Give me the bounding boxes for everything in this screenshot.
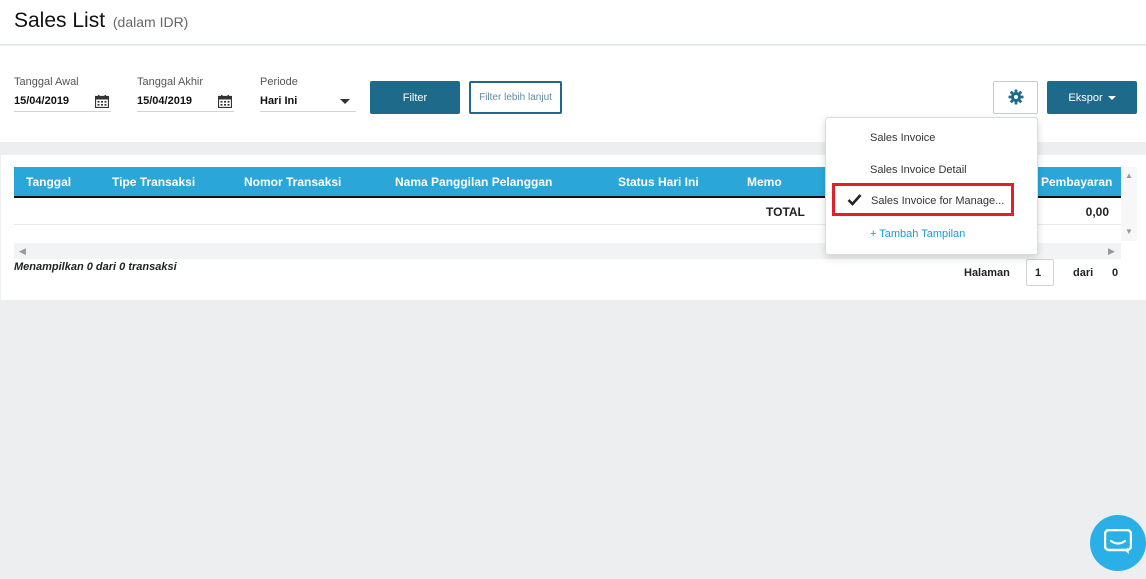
total-pages: 0 xyxy=(1112,267,1119,279)
checkmark-icon xyxy=(847,194,862,206)
calendar-icon[interactable] xyxy=(218,95,232,108)
calendar-icon[interactable] xyxy=(95,95,109,108)
scroll-left-icon[interactable]: ◀ xyxy=(19,246,26,257)
caret-down-icon xyxy=(340,99,350,104)
scroll-down-icon[interactable]: ▼ xyxy=(1125,227,1133,236)
total-value: 0,00 xyxy=(1085,205,1109,219)
period-select[interactable]: Hari Ini xyxy=(260,92,356,112)
of-label: dari xyxy=(1073,267,1094,279)
period-value: Hari Ini xyxy=(260,95,298,107)
column-header[interactable]: Status Hari Ini xyxy=(618,175,699,189)
export-button[interactable]: Ekspor xyxy=(1047,81,1137,114)
end-date-value: 15/04/2019 xyxy=(137,95,193,107)
end-date-label: Tanggal Akhir xyxy=(137,76,204,88)
start-date-label: Tanggal Awal xyxy=(14,76,79,88)
chat-launcher-button[interactable] xyxy=(1090,515,1146,571)
menu-item-sales-invoice-detail[interactable]: Sales Invoice Detail xyxy=(870,164,967,176)
chat-icon xyxy=(1104,529,1132,554)
gear-icon xyxy=(1008,89,1024,105)
column-header[interactable]: Tanggal xyxy=(26,175,71,189)
column-header[interactable]: Pembayaran xyxy=(1041,175,1112,189)
caret-down-icon xyxy=(1107,95,1116,100)
advanced-filter-button[interactable]: Filter lebih lanjut xyxy=(469,81,562,114)
result-count: Menampilkan 0 dari 0 transaksi xyxy=(14,261,177,273)
page-number-input[interactable]: 1 xyxy=(1026,259,1054,286)
start-date-input[interactable]: 15/04/2019 xyxy=(14,92,111,112)
vertical-scrollbar[interactable]: ▲ ▼ xyxy=(1121,167,1137,241)
column-header[interactable]: Tipe Transaksi xyxy=(112,175,195,189)
page-header: Sales List (dalam IDR) xyxy=(0,0,1146,45)
menu-item-sales-invoice-management: Sales Invoice for Manage... xyxy=(871,195,1005,207)
start-date-value: 15/04/2019 xyxy=(14,95,70,107)
period-label: Periode xyxy=(260,76,298,88)
selected-view-highlight[interactable]: Sales Invoice for Manage... xyxy=(832,183,1014,216)
page-label: Halaman xyxy=(964,267,1010,279)
settings-button[interactable] xyxy=(993,81,1038,114)
start-date-field: Tanggal Awal 15/04/2019 xyxy=(14,76,111,112)
scroll-right-icon[interactable]: ▶ xyxy=(1108,246,1115,257)
page-title-text: Sales List xyxy=(14,9,106,32)
view-dropdown-menu: Sales Invoice Sales Invoice Detail Sales… xyxy=(825,117,1038,255)
column-header[interactable]: Nomor Transaksi xyxy=(244,175,341,189)
end-date-input[interactable]: 15/04/2019 xyxy=(137,92,234,112)
end-date-field: Tanggal Akhir 15/04/2019 xyxy=(137,76,234,112)
scroll-up-icon[interactable]: ▲ xyxy=(1125,171,1133,180)
export-label: Ekspor xyxy=(1068,91,1103,104)
column-header[interactable]: Nama Panggilan Pelanggan xyxy=(395,175,552,189)
period-field: Periode Hari Ini xyxy=(260,76,356,112)
column-header[interactable]: Memo xyxy=(747,175,782,189)
add-view-link[interactable]: + Tambah Tampilan xyxy=(870,228,965,240)
page-subtitle: (dalam IDR) xyxy=(112,14,189,30)
filter-button[interactable]: Filter xyxy=(370,81,460,114)
total-label: TOTAL xyxy=(766,205,805,219)
page-title: Sales List (dalam IDR) xyxy=(14,9,188,33)
menu-item-sales-invoice[interactable]: Sales Invoice xyxy=(870,132,935,144)
